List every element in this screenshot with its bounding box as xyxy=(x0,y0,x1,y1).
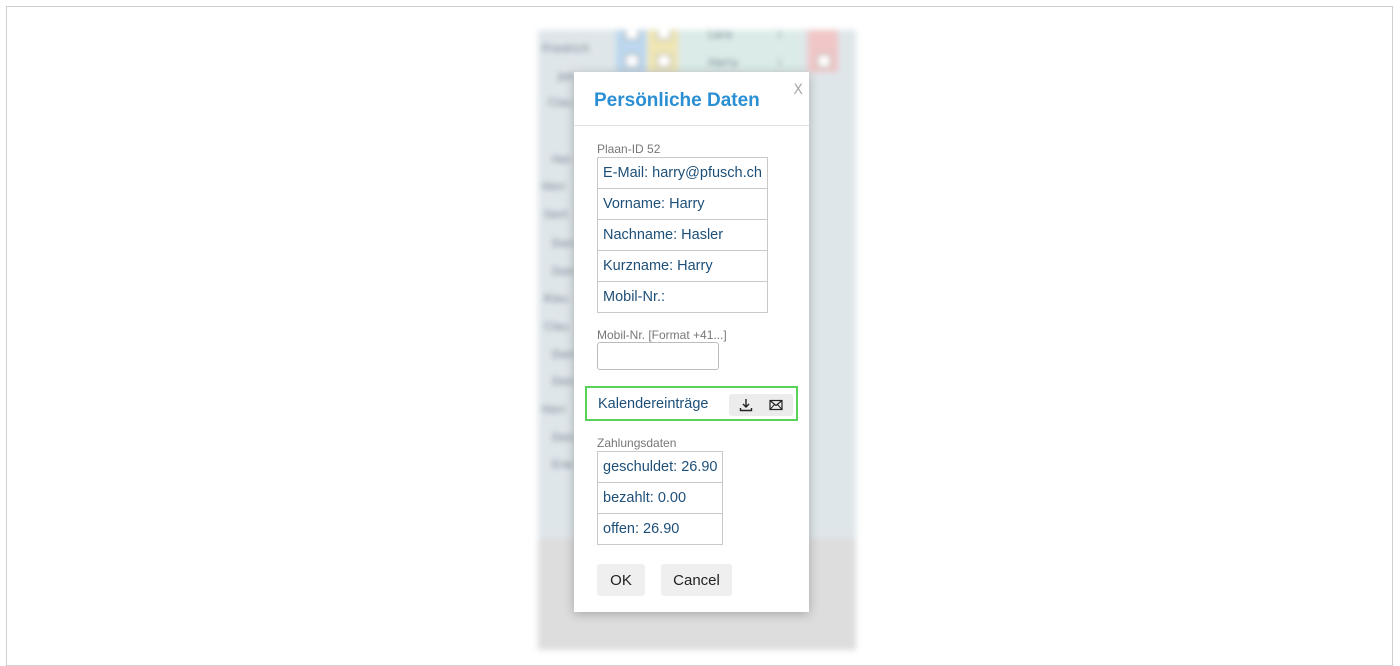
background-column-red xyxy=(808,30,838,72)
background-name: Gert xyxy=(544,208,569,221)
mail-icon xyxy=(769,399,783,411)
background-column-yellow xyxy=(648,30,678,72)
cancel-button[interactable]: Cancel xyxy=(661,564,732,596)
background-name: Den xyxy=(552,265,575,278)
table-row: E-Mail: harry@pfusch.ch xyxy=(597,157,768,189)
background-name: Den xyxy=(552,375,575,388)
open-value: offen: 26.90 xyxy=(596,513,724,545)
background-name: Clau xyxy=(544,320,569,333)
table-row: Nachname: Hasler xyxy=(597,219,768,251)
owed-value: geschuldet: 26.90 xyxy=(596,451,724,483)
download-icon xyxy=(739,399,753,412)
email-value: E-Mail: harry@pfusch.ch xyxy=(597,157,768,189)
mobile-value: Mobil-Nr.: xyxy=(597,281,768,313)
background-name: Friedrich xyxy=(542,42,590,55)
payment-label: Zahlungsdaten xyxy=(597,436,677,450)
background-name: Jeh xyxy=(558,70,575,83)
short-name-value: Kurzname: Harry xyxy=(597,250,768,282)
table-row: bezahlt: 0.00 xyxy=(596,482,724,514)
table-row: Kurzname: Harry xyxy=(597,250,768,282)
title-divider xyxy=(574,125,809,126)
table-row: Vorname: Harry xyxy=(597,188,768,220)
background-name: Klau xyxy=(544,292,568,305)
background-column-green xyxy=(680,30,800,72)
table-row: geschuldet: 26.90 xyxy=(596,451,724,483)
background-row-mark: i xyxy=(778,56,782,69)
mobile-label: Mobil-Nr. [Format +41...] xyxy=(597,328,727,342)
background-name: Her xyxy=(552,153,572,166)
background-column-blue xyxy=(616,30,646,72)
background-name: Den xyxy=(552,431,575,444)
background-name: Den xyxy=(552,237,575,250)
ok-button[interactable]: OK xyxy=(597,564,645,596)
close-button[interactable]: X xyxy=(793,82,803,98)
plaan-id-label: Plaan-ID 52 xyxy=(597,142,661,156)
first-name-value: Vorname: Harry xyxy=(597,188,768,220)
personal-data-dialog: X Persönliche Daten Plaan-ID 52 E-Mail: … xyxy=(574,72,809,612)
mail-calendar-button[interactable] xyxy=(759,394,793,416)
background-name: Den xyxy=(552,348,575,361)
background-row-mark: i xyxy=(778,30,782,41)
table-row: offen: 26.90 xyxy=(596,513,724,545)
background-name: Herr xyxy=(542,403,566,416)
calendar-entries-label: Kalendereinträge xyxy=(598,396,709,412)
background-row-name: Lara xyxy=(708,30,733,41)
last-name-value: Nachname: Hasler xyxy=(597,219,768,251)
table-row: Mobil-Nr.: xyxy=(597,281,768,313)
personal-data-table: E-Mail: harry@pfusch.ch Vorname: Harry N… xyxy=(597,157,768,313)
calendar-entries-box: Kalendereinträge xyxy=(585,386,798,421)
background-name: Clau xyxy=(548,96,573,109)
payment-table: geschuldet: 26.90 bezahlt: 0.00 offen: 2… xyxy=(596,451,724,545)
mobile-input[interactable] xyxy=(597,342,719,370)
download-calendar-button[interactable] xyxy=(729,394,763,416)
paid-value: bezahlt: 0.00 xyxy=(596,482,724,514)
dialog-title: Persönliche Daten xyxy=(594,90,760,111)
background-row-name: Harry xyxy=(708,56,739,69)
background-name: Herr xyxy=(542,180,566,193)
background-name: Erw xyxy=(552,458,573,471)
